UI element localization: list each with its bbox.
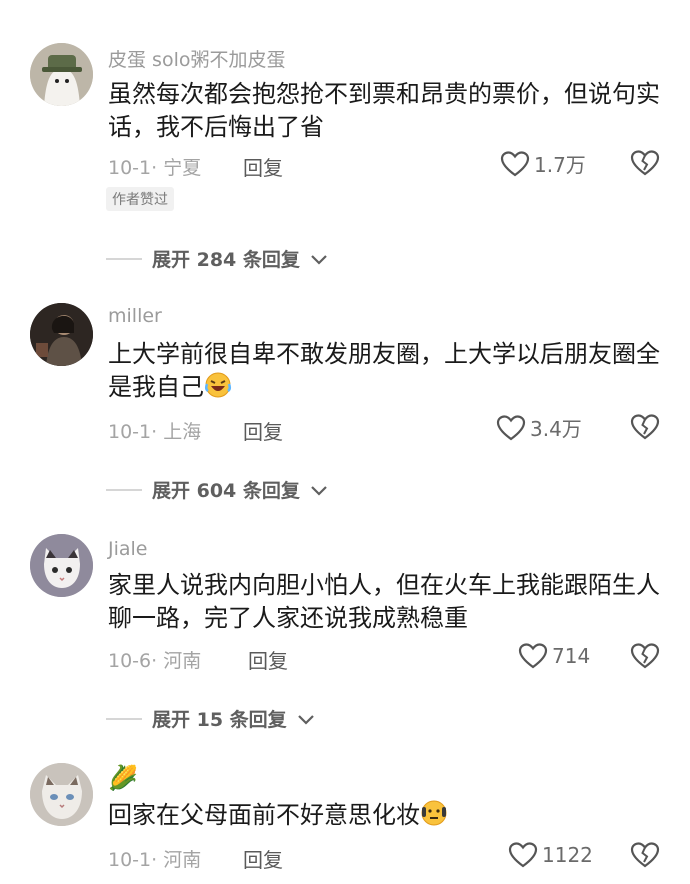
like-count: 1122 xyxy=(542,843,593,867)
comment-item: 🌽 回家在父母面前不好意思化妆 10-1· 河南 回复 1122 xyxy=(0,0,690,884)
comment-text-content: 回家在父母面前不好意思化妆 xyxy=(108,801,420,829)
comment-meta: 10-1· 河南 xyxy=(108,849,202,871)
heart-icon xyxy=(508,842,538,868)
awkward-face-emoji-icon xyxy=(421,800,447,826)
cat-avatar-icon xyxy=(30,763,93,826)
username[interactable]: 🌽 xyxy=(108,764,138,792)
like-button[interactable]: 1122 xyxy=(508,841,593,869)
comment-text: 回家在父母面前不好意思化妆 xyxy=(108,799,668,832)
dislike-button[interactable] xyxy=(630,841,660,871)
broken-heart-icon xyxy=(630,842,660,868)
avatar[interactable] xyxy=(30,763,93,826)
reply-button[interactable]: 回复 xyxy=(243,844,283,873)
